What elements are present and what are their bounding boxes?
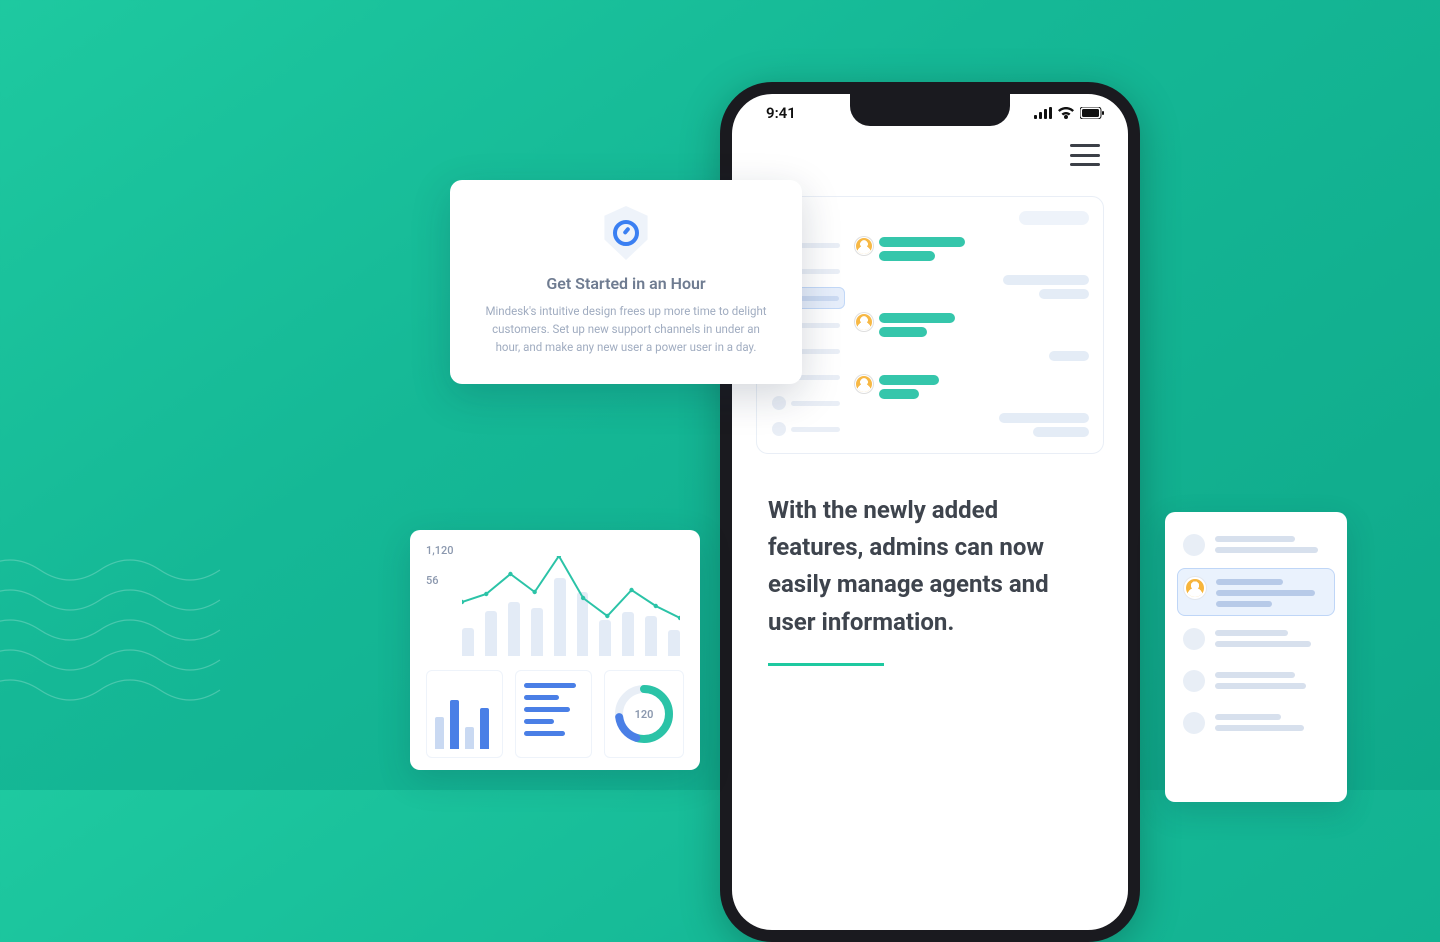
- list-item[interactable]: [1177, 704, 1335, 742]
- phone-notch: [850, 94, 1010, 126]
- avatar-icon: [855, 237, 873, 255]
- list-item[interactable]: [1177, 526, 1335, 564]
- donut-value: 120: [635, 708, 654, 721]
- battery-icon: [1080, 107, 1104, 119]
- chat-thread: [855, 235, 1093, 439]
- feature-description: Mindesk's intuitive design frees up more…: [480, 303, 772, 356]
- list-item[interactable]: [1177, 662, 1335, 700]
- inbox-preview: ox: [756, 196, 1104, 454]
- menu-icon[interactable]: [1070, 144, 1100, 166]
- feature-card: Get Started in an Hour Mindesk's intuiti…: [450, 180, 802, 384]
- shield-clock-icon: [602, 206, 650, 260]
- accent-underline: [768, 663, 884, 666]
- mini-donut-chart: 120: [604, 670, 684, 758]
- wifi-icon: [1058, 107, 1074, 119]
- decorative-waves: [0, 550, 240, 730]
- list-item[interactable]: [767, 393, 845, 413]
- avatar-icon: [855, 313, 873, 331]
- list-item-selected[interactable]: [1177, 568, 1335, 616]
- mini-progress-list: [515, 670, 592, 758]
- mini-bar-chart: [426, 670, 503, 758]
- conversation-list-card: [1165, 512, 1347, 802]
- feature-title: Get Started in an Hour: [480, 274, 772, 293]
- stats-card: 1,120 56 120: [410, 530, 700, 770]
- y-tick: 56: [426, 574, 439, 587]
- list-item[interactable]: [1177, 620, 1335, 658]
- cellular-icon: [1034, 107, 1052, 119]
- avatar-icon: [1184, 577, 1206, 599]
- hero-text: With the newly added features, admins ca…: [768, 492, 1092, 641]
- status-time: 9:41: [766, 104, 796, 122]
- combo-chart: 1,120 56: [426, 544, 684, 656]
- avatar-icon: [855, 375, 873, 393]
- trend-line: [462, 556, 680, 656]
- inbox-search-placeholder: [1019, 211, 1089, 225]
- list-item[interactable]: [767, 419, 845, 439]
